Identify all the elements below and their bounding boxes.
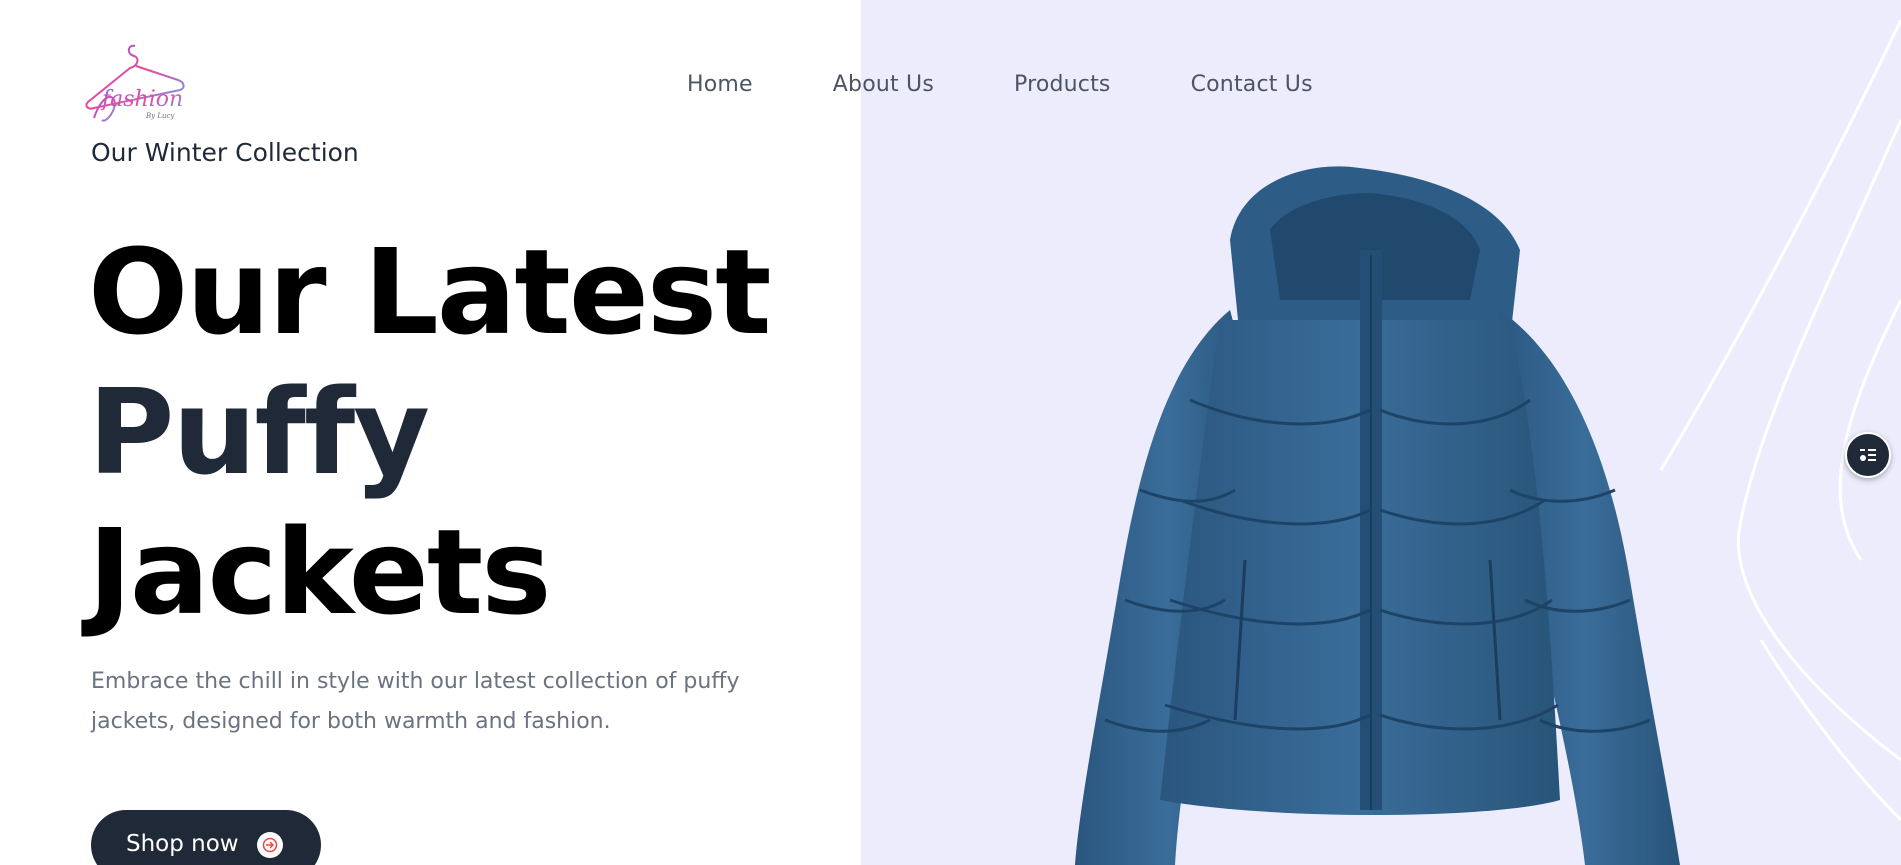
headline-line-2: Puffy bbox=[88, 363, 430, 501]
nav-item-home[interactable]: Home bbox=[687, 72, 753, 97]
hanger-logo-icon: fashion By Lucy bbox=[85, 44, 185, 122]
headline-line-3: Jackets bbox=[88, 503, 551, 641]
nav-item-about-us[interactable]: About Us bbox=[833, 72, 934, 97]
shop-now-button[interactable]: Shop now bbox=[91, 810, 321, 865]
product-image-puffy-jacket bbox=[1030, 160, 1720, 865]
headline-line-1: Our Latest bbox=[88, 223, 771, 361]
logo-subtext: By Lucy bbox=[145, 112, 175, 120]
arrow-right-circle-icon bbox=[256, 832, 283, 858]
main-nav: Home About Us Products Contact Us bbox=[687, 72, 1313, 97]
shop-now-label: Shop now bbox=[126, 831, 239, 857]
logo-wordmark: fashion bbox=[100, 87, 183, 112]
brand-logo[interactable]: fashion By Lucy bbox=[80, 40, 190, 125]
nav-item-products[interactable]: Products bbox=[1014, 72, 1111, 97]
hero-headline: Our Latest Puffy Jackets bbox=[88, 222, 771, 642]
hero-eyebrow: Our Winter Collection bbox=[91, 138, 359, 167]
nav-item-contact-us[interactable]: Contact Us bbox=[1191, 72, 1313, 97]
hero-description: Embrace the chill in style with our late… bbox=[91, 669, 740, 734]
menu-list-icon[interactable] bbox=[1845, 432, 1891, 478]
